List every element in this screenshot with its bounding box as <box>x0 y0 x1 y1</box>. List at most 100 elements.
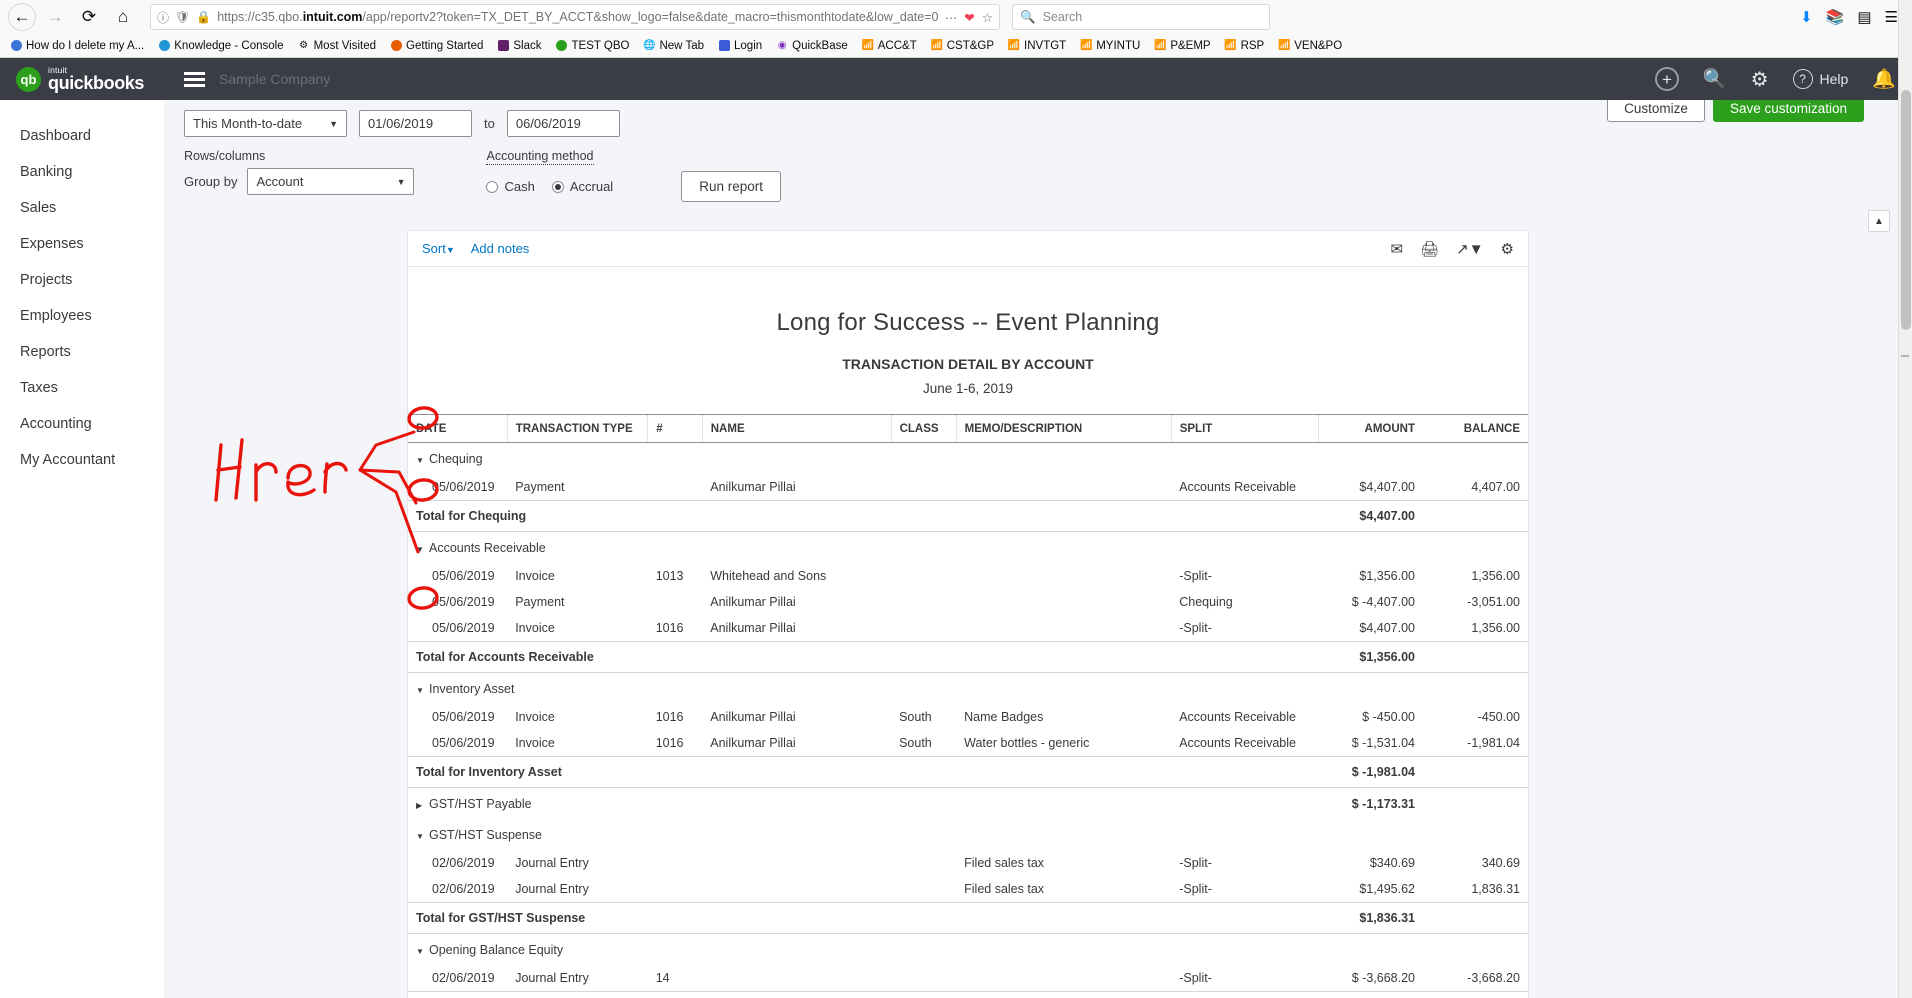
column-header-num[interactable]: # <box>647 414 703 443</box>
downloads-icon[interactable]: ⬇ <box>1800 8 1813 26</box>
sidebar-item-dashboard[interactable]: Dashboard <box>0 118 163 154</box>
collapse-triangle-icon[interactable]: ▼ <box>416 456 427 465</box>
cell-amount: $340.69 <box>1369 856 1415 870</box>
back-button[interactable]: ← <box>8 3 36 31</box>
home-button[interactable]: ⌂ <box>108 2 138 32</box>
sidebar-item-my-accountant[interactable]: My Accountant <box>0 442 163 478</box>
email-icon[interactable]: ✉ <box>1391 240 1404 258</box>
bookmark-item[interactable]: 📶 RSP <box>1224 40 1264 52</box>
sidebar-icon[interactable]: ▤ <box>1857 8 1871 26</box>
table-row[interactable]: 05/06/2019 Invoice 1016 Anilkumar Pillai… <box>408 704 1528 730</box>
library-icon[interactable]: 📚 <box>1826 8 1845 26</box>
table-row[interactable]: 05/06/2019 Payment Anilkumar Pillai Cheq… <box>408 589 1528 615</box>
sidebar-item-projects[interactable]: Projects <box>0 262 163 298</box>
bookmark-item[interactable]: ◉ QuickBase <box>776 40 848 52</box>
bookmark-item[interactable]: Login <box>718 40 762 52</box>
shield-icon[interactable]: 🛡 <box>175 10 190 24</box>
collapse-triangle-icon[interactable]: ▼ <box>416 686 427 695</box>
collapse-triangle-icon[interactable]: ▼ <box>416 545 427 554</box>
collapse-panel-button[interactable]: ▲ <box>1868 210 1890 232</box>
chrome-right-tools: ⬇ 📚 ▤ ☰ <box>1800 8 1904 26</box>
table-row[interactable]: 02/06/2019 Journal Entry Filed sales tax… <box>408 876 1528 903</box>
date-macro-select[interactable]: This Month-to-date ▼ <box>184 110 347 137</box>
expand-triangle-icon[interactable]: ▶ <box>416 801 427 810</box>
menu-toggle-button[interactable] <box>184 71 206 87</box>
run-report-button[interactable]: Run report <box>681 171 781 202</box>
quickbooks-logo[interactable]: qb intuit quickbooks <box>16 66 144 92</box>
bookmark-star-icon[interactable]: ☆ <box>982 10 993 25</box>
sidebar-item-accounting[interactable]: Accounting <box>0 406 163 442</box>
low-date-input[interactable]: 01/06/2019 <box>359 110 472 137</box>
sidebar-item-sales[interactable]: Sales <box>0 190 163 226</box>
notifications-button[interactable]: 🔔 <box>1872 67 1896 91</box>
bookmark-item[interactable]: 📶 VEN&PO <box>1278 40 1342 52</box>
group-header-row[interactable]: ▼ Chequing <box>408 443 1528 475</box>
table-row[interactable]: 02/06/2019 Journal Entry Filed sales tax… <box>408 850 1528 876</box>
customize-button[interactable]: Customize <box>1607 100 1705 122</box>
settings-button[interactable]: ⚙ <box>1751 67 1769 92</box>
bookmark-item[interactable]: Getting Started <box>390 40 483 52</box>
bookmark-item[interactable]: 📶 MYINTU <box>1080 40 1140 52</box>
reload-button[interactable]: ⟳ <box>74 2 104 32</box>
save-customization-button[interactable]: Save customization <box>1712 100 1864 122</box>
address-bar[interactable]: ⓘ 🛡 🔒 https://c35.qbo.intuit.com/app/rep… <box>150 4 1000 30</box>
column-header-class[interactable]: CLASS <box>890 414 957 443</box>
export-icon[interactable]: ↗▼ <box>1456 240 1483 258</box>
bookmark-item[interactable]: 📶 CST&GP <box>931 40 995 52</box>
group-by-select[interactable]: Account ▼ <box>247 168 415 195</box>
sidebar-item-reports[interactable]: Reports <box>0 334 163 370</box>
vertical-scrollbar[interactable] <box>1898 0 1912 998</box>
column-header-date[interactable]: DATE <box>408 414 508 443</box>
bookmark-item[interactable]: Knowledge - Console <box>158 40 284 52</box>
radio-accrual[interactable]: Accrual <box>551 179 613 194</box>
bookmark-item[interactable]: 📶 P&EMP <box>1154 40 1210 52</box>
collapse-triangle-icon[interactable]: ▼ <box>416 947 427 956</box>
bookmark-item[interactable]: ⚙ Most Visited <box>298 40 376 52</box>
column-header-transaction-type[interactable]: TRANSACTION TYPE <box>506 414 648 443</box>
column-header-memo[interactable]: MEMO/DESCRIPTION <box>955 414 1172 443</box>
table-row[interactable]: 02/06/2019 Journal Entry 14 -Split- $ -3… <box>408 965 1528 992</box>
column-header-name[interactable]: NAME <box>701 414 892 443</box>
scrollbar-thumb[interactable] <box>1901 90 1911 330</box>
pocket-icon[interactable]: ❤ <box>964 10 974 25</box>
group-header-row[interactable]: ▼ Inventory Asset <box>408 673 1528 705</box>
print-icon[interactable]: 🖨 <box>1420 240 1439 258</box>
group-header-row-collapsed[interactable]: ▶ GST/HST Payable $ -1,173.31 <box>408 788 1528 820</box>
group-header-row[interactable]: ▼ Opening Balance Equity <box>408 934 1528 966</box>
group-header-row[interactable]: ▼ Accounts Receivable <box>408 532 1528 564</box>
column-header-amount[interactable]: AMOUNT <box>1317 414 1423 443</box>
page-actions-icon[interactable]: ⋯ <box>945 10 958 25</box>
sidebar-item-taxes[interactable]: Taxes <box>0 370 163 406</box>
high-date-input[interactable]: 06/06/2019 <box>506 110 620 137</box>
bookmark-item[interactable]: 📶 INVTGT <box>1008 40 1066 52</box>
bookmark-item[interactable]: 📶 ACC&T <box>862 40 917 52</box>
sidebar-item-expenses[interactable]: Expenses <box>0 226 163 262</box>
table-row[interactable]: 05/06/2019 Invoice 1013 Whitehead and So… <box>408 563 1528 589</box>
collapse-triangle-icon[interactable]: ▼ <box>416 832 427 841</box>
browser-search-bar[interactable]: 🔍 Search <box>1012 4 1270 30</box>
group-header-row[interactable]: ▼ GST/HST Suspense <box>408 819 1528 850</box>
radio-cash-input[interactable] <box>486 180 499 193</box>
add-notes-button[interactable]: Add notes <box>471 241 530 256</box>
sidebar-item-employees[interactable]: Employees <box>0 298 163 334</box>
help-button[interactable]: ? Help <box>1792 69 1848 89</box>
gear-icon[interactable]: ⚙ <box>1501 240 1514 258</box>
column-header-balance[interactable]: BALANCE <box>1423 414 1528 443</box>
bookmark-item[interactable]: TEST QBO <box>556 40 629 52</box>
sidebar-item-banking[interactable]: Banking <box>0 154 163 190</box>
column-header-split[interactable]: SPLIT <box>1170 414 1319 443</box>
table-row[interactable]: 05/06/2019 Invoice 1016 Anilkumar Pillai… <box>408 615 1528 642</box>
menu-icon[interactable]: ☰ <box>1885 8 1898 26</box>
radio-cash[interactable]: Cash <box>486 179 535 194</box>
table-row[interactable]: 05/06/2019 Invoice 1016 Anilkumar Pillai… <box>408 730 1528 757</box>
search-button[interactable]: 🔍 <box>1703 67 1727 91</box>
forward-button[interactable]: → <box>40 2 70 32</box>
bookmark-item[interactable]: 🌐 New Tab <box>643 40 704 52</box>
radio-accrual-input[interactable] <box>551 180 564 193</box>
sort-button[interactable]: Sort▼ <box>422 241 455 256</box>
table-row[interactable]: 05/06/2019 Payment Anilkumar Pillai Acco… <box>408 474 1528 501</box>
bookmark-item[interactable]: Slack <box>497 40 542 52</box>
page-info-icon[interactable]: ⓘ <box>157 9 169 26</box>
create-new-button[interactable]: + <box>1654 67 1679 91</box>
bookmark-item[interactable]: How do I delete my A... <box>10 40 144 52</box>
